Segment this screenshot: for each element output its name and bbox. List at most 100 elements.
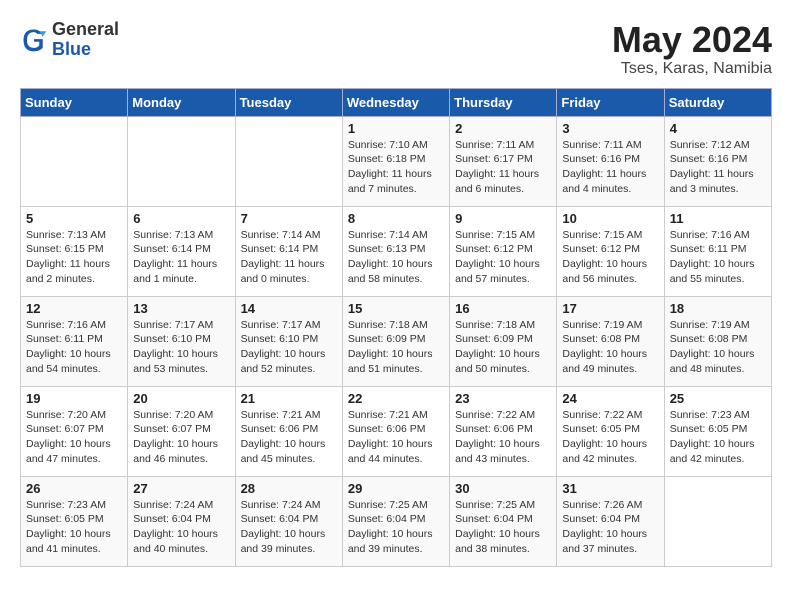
day-info: Sunrise: 7:18 AM Sunset: 6:09 PM Dayligh…: [455, 318, 551, 377]
calendar-cell: 31 Sunrise: 7:26 AM Sunset: 6:04 PM Dayli…: [557, 476, 664, 566]
calendar-cell: 18 Sunrise: 7:19 AM Sunset: 6:08 PM Dayli…: [664, 296, 771, 386]
calendar-cell: 20 Sunrise: 7:20 AM Sunset: 6:07 PM Dayli…: [128, 386, 235, 476]
calendar-week-1: 1Sunrise: 7:10 AM Sunset: 6:18 PM Daylig…: [21, 116, 772, 206]
weekday-header-wednesday: Wednesday: [342, 88, 449, 116]
calendar-cell: [235, 116, 342, 206]
calendar-cell: 2 Sunrise: 7:11 AM Sunset: 6:17 PM Daylig…: [450, 116, 557, 206]
logo: General Blue: [20, 20, 119, 60]
day-info: Sunrise: 7:14 AM Sunset: 6:14 PM Dayligh…: [241, 228, 337, 287]
weekday-header-tuesday: Tuesday: [235, 88, 342, 116]
calendar-cell: 22 Sunrise: 7:21 AM Sunset: 6:06 PM Dayli…: [342, 386, 449, 476]
day-info: Sunrise: 7:14 AM Sunset: 6:13 PM Dayligh…: [348, 228, 444, 287]
day-info: Sunrise: 7:10 AM Sunset: 6:18 PM Dayligh…: [348, 138, 444, 197]
calendar-cell: 16 Sunrise: 7:18 AM Sunset: 6:09 PM Dayli…: [450, 296, 557, 386]
calendar-cell: 14Sunrise: 7:17 AM Sunset: 6:10 PM Dayli…: [235, 296, 342, 386]
calendar-cell: 19 Sunrise: 7:20 AM Sunset: 6:07 PM Dayli…: [21, 386, 128, 476]
logo-general: General: [52, 20, 119, 40]
day-info: Sunrise: 7:17 AM Sunset: 6:10 PM Dayligh…: [241, 318, 337, 377]
logo-blue: Blue: [52, 40, 119, 60]
day-info: Sunrise: 7:12 AM Sunset: 6:16 PM Dayligh…: [670, 138, 766, 197]
weekday-header-monday: Monday: [128, 88, 235, 116]
calendar-cell: 3 Sunrise: 7:11 AM Sunset: 6:16 PM Daylig…: [557, 116, 664, 206]
calendar-cell: 8 Sunrise: 7:14 AM Sunset: 6:13 PM Daylig…: [342, 206, 449, 296]
calendar-cell: 17 Sunrise: 7:19 AM Sunset: 6:08 PM Dayli…: [557, 296, 664, 386]
day-info: Sunrise: 7:21 AM Sunset: 6:06 PM Dayligh…: [348, 408, 444, 467]
weekday-header-saturday: Saturday: [664, 88, 771, 116]
day-number: 13: [133, 301, 229, 316]
calendar-week-4: 19 Sunrise: 7:20 AM Sunset: 6:07 PM Dayli…: [21, 386, 772, 476]
day-info: Sunrise: 7:25 AM Sunset: 6:04 PM Dayligh…: [455, 498, 551, 557]
calendar-table: SundayMondayTuesdayWednesdayThursdayFrid…: [20, 88, 772, 567]
day-number: 25: [670, 391, 766, 406]
day-number: 4: [670, 121, 766, 136]
calendar-cell: 15 Sunrise: 7:18 AM Sunset: 6:09 PM Dayli…: [342, 296, 449, 386]
calendar-cell: 1Sunrise: 7:10 AM Sunset: 6:18 PM Daylig…: [342, 116, 449, 206]
day-info: Sunrise: 7:20 AM Sunset: 6:07 PM Dayligh…: [133, 408, 229, 467]
day-number: 12: [26, 301, 122, 316]
day-info: Sunrise: 7:23 AM Sunset: 6:05 PM Dayligh…: [670, 408, 766, 467]
day-number: 19: [26, 391, 122, 406]
day-number: 7: [241, 211, 337, 226]
calendar-cell: 10 Sunrise: 7:15 AM Sunset: 6:12 PM Dayli…: [557, 206, 664, 296]
calendar-cell: 28 Sunrise: 7:24 AM Sunset: 6:04 PM Dayli…: [235, 476, 342, 566]
day-info: Sunrise: 7:15 AM Sunset: 6:12 PM Dayligh…: [562, 228, 658, 287]
day-info: Sunrise: 7:21 AM Sunset: 6:06 PM Dayligh…: [241, 408, 337, 467]
day-info: Sunrise: 7:20 AM Sunset: 6:07 PM Dayligh…: [26, 408, 122, 467]
location: Tses, Karas, Namibia: [612, 60, 772, 78]
weekday-header-row: SundayMondayTuesdayWednesdayThursdayFrid…: [21, 88, 772, 116]
calendar-cell: 9Sunrise: 7:15 AM Sunset: 6:12 PM Daylig…: [450, 206, 557, 296]
day-info: Sunrise: 7:11 AM Sunset: 6:16 PM Dayligh…: [562, 138, 658, 197]
day-number: 31: [562, 481, 658, 496]
day-number: 17: [562, 301, 658, 316]
day-number: 8: [348, 211, 444, 226]
day-info: Sunrise: 7:11 AM Sunset: 6:17 PM Dayligh…: [455, 138, 551, 197]
day-number: 3: [562, 121, 658, 136]
day-info: Sunrise: 7:16 AM Sunset: 6:11 PM Dayligh…: [670, 228, 766, 287]
day-info: Sunrise: 7:22 AM Sunset: 6:05 PM Dayligh…: [562, 408, 658, 467]
day-number: 30: [455, 481, 551, 496]
calendar-cell: 5Sunrise: 7:13 AM Sunset: 6:15 PM Daylig…: [21, 206, 128, 296]
day-number: 16: [455, 301, 551, 316]
day-number: 29: [348, 481, 444, 496]
calendar-cell: 13 Sunrise: 7:17 AM Sunset: 6:10 PM Dayli…: [128, 296, 235, 386]
day-number: 10: [562, 211, 658, 226]
day-number: 9: [455, 211, 551, 226]
day-number: 20: [133, 391, 229, 406]
day-number: 2: [455, 121, 551, 136]
calendar-week-3: 12 Sunrise: 7:16 AM Sunset: 6:11 PM Dayli…: [21, 296, 772, 386]
calendar-cell: 7 Sunrise: 7:14 AM Sunset: 6:14 PM Daylig…: [235, 206, 342, 296]
day-info: Sunrise: 7:22 AM Sunset: 6:06 PM Dayligh…: [455, 408, 551, 467]
calendar-cell: 11 Sunrise: 7:16 AM Sunset: 6:11 PM Dayli…: [664, 206, 771, 296]
day-info: Sunrise: 7:19 AM Sunset: 6:08 PM Dayligh…: [562, 318, 658, 377]
day-info: Sunrise: 7:25 AM Sunset: 6:04 PM Dayligh…: [348, 498, 444, 557]
day-info: Sunrise: 7:16 AM Sunset: 6:11 PM Dayligh…: [26, 318, 122, 377]
calendar-cell: [664, 476, 771, 566]
day-info: Sunrise: 7:24 AM Sunset: 6:04 PM Dayligh…: [241, 498, 337, 557]
day-info: Sunrise: 7:13 AM Sunset: 6:15 PM Dayligh…: [26, 228, 122, 287]
calendar-cell: 29 Sunrise: 7:25 AM Sunset: 6:04 PM Dayli…: [342, 476, 449, 566]
calendar-cell: 25 Sunrise: 7:23 AM Sunset: 6:05 PM Dayli…: [664, 386, 771, 476]
day-number: 27: [133, 481, 229, 496]
day-number: 22: [348, 391, 444, 406]
day-info: Sunrise: 7:13 AM Sunset: 6:14 PM Dayligh…: [133, 228, 229, 287]
calendar-cell: 12 Sunrise: 7:16 AM Sunset: 6:11 PM Dayli…: [21, 296, 128, 386]
calendar-body: 1Sunrise: 7:10 AM Sunset: 6:18 PM Daylig…: [21, 116, 772, 566]
weekday-header-thursday: Thursday: [450, 88, 557, 116]
day-info: Sunrise: 7:17 AM Sunset: 6:10 PM Dayligh…: [133, 318, 229, 377]
calendar-week-5: 26 Sunrise: 7:23 AM Sunset: 6:05 PM Dayli…: [21, 476, 772, 566]
calendar-cell: [128, 116, 235, 206]
day-number: 11: [670, 211, 766, 226]
day-info: Sunrise: 7:26 AM Sunset: 6:04 PM Dayligh…: [562, 498, 658, 557]
day-number: 21: [241, 391, 337, 406]
day-number: 15: [348, 301, 444, 316]
day-info: Sunrise: 7:18 AM Sunset: 6:09 PM Dayligh…: [348, 318, 444, 377]
day-info: Sunrise: 7:23 AM Sunset: 6:05 PM Dayligh…: [26, 498, 122, 557]
page-header: General Blue May 2024 Tses, Karas, Namib…: [20, 20, 772, 78]
day-number: 28: [241, 481, 337, 496]
calendar-cell: 30 Sunrise: 7:25 AM Sunset: 6:04 PM Dayli…: [450, 476, 557, 566]
day-number: 26: [26, 481, 122, 496]
calendar-cell: 27Sunrise: 7:24 AM Sunset: 6:04 PM Dayli…: [128, 476, 235, 566]
day-info: Sunrise: 7:19 AM Sunset: 6:08 PM Dayligh…: [670, 318, 766, 377]
calendar-cell: 21 Sunrise: 7:21 AM Sunset: 6:06 PM Dayli…: [235, 386, 342, 476]
day-number: 18: [670, 301, 766, 316]
